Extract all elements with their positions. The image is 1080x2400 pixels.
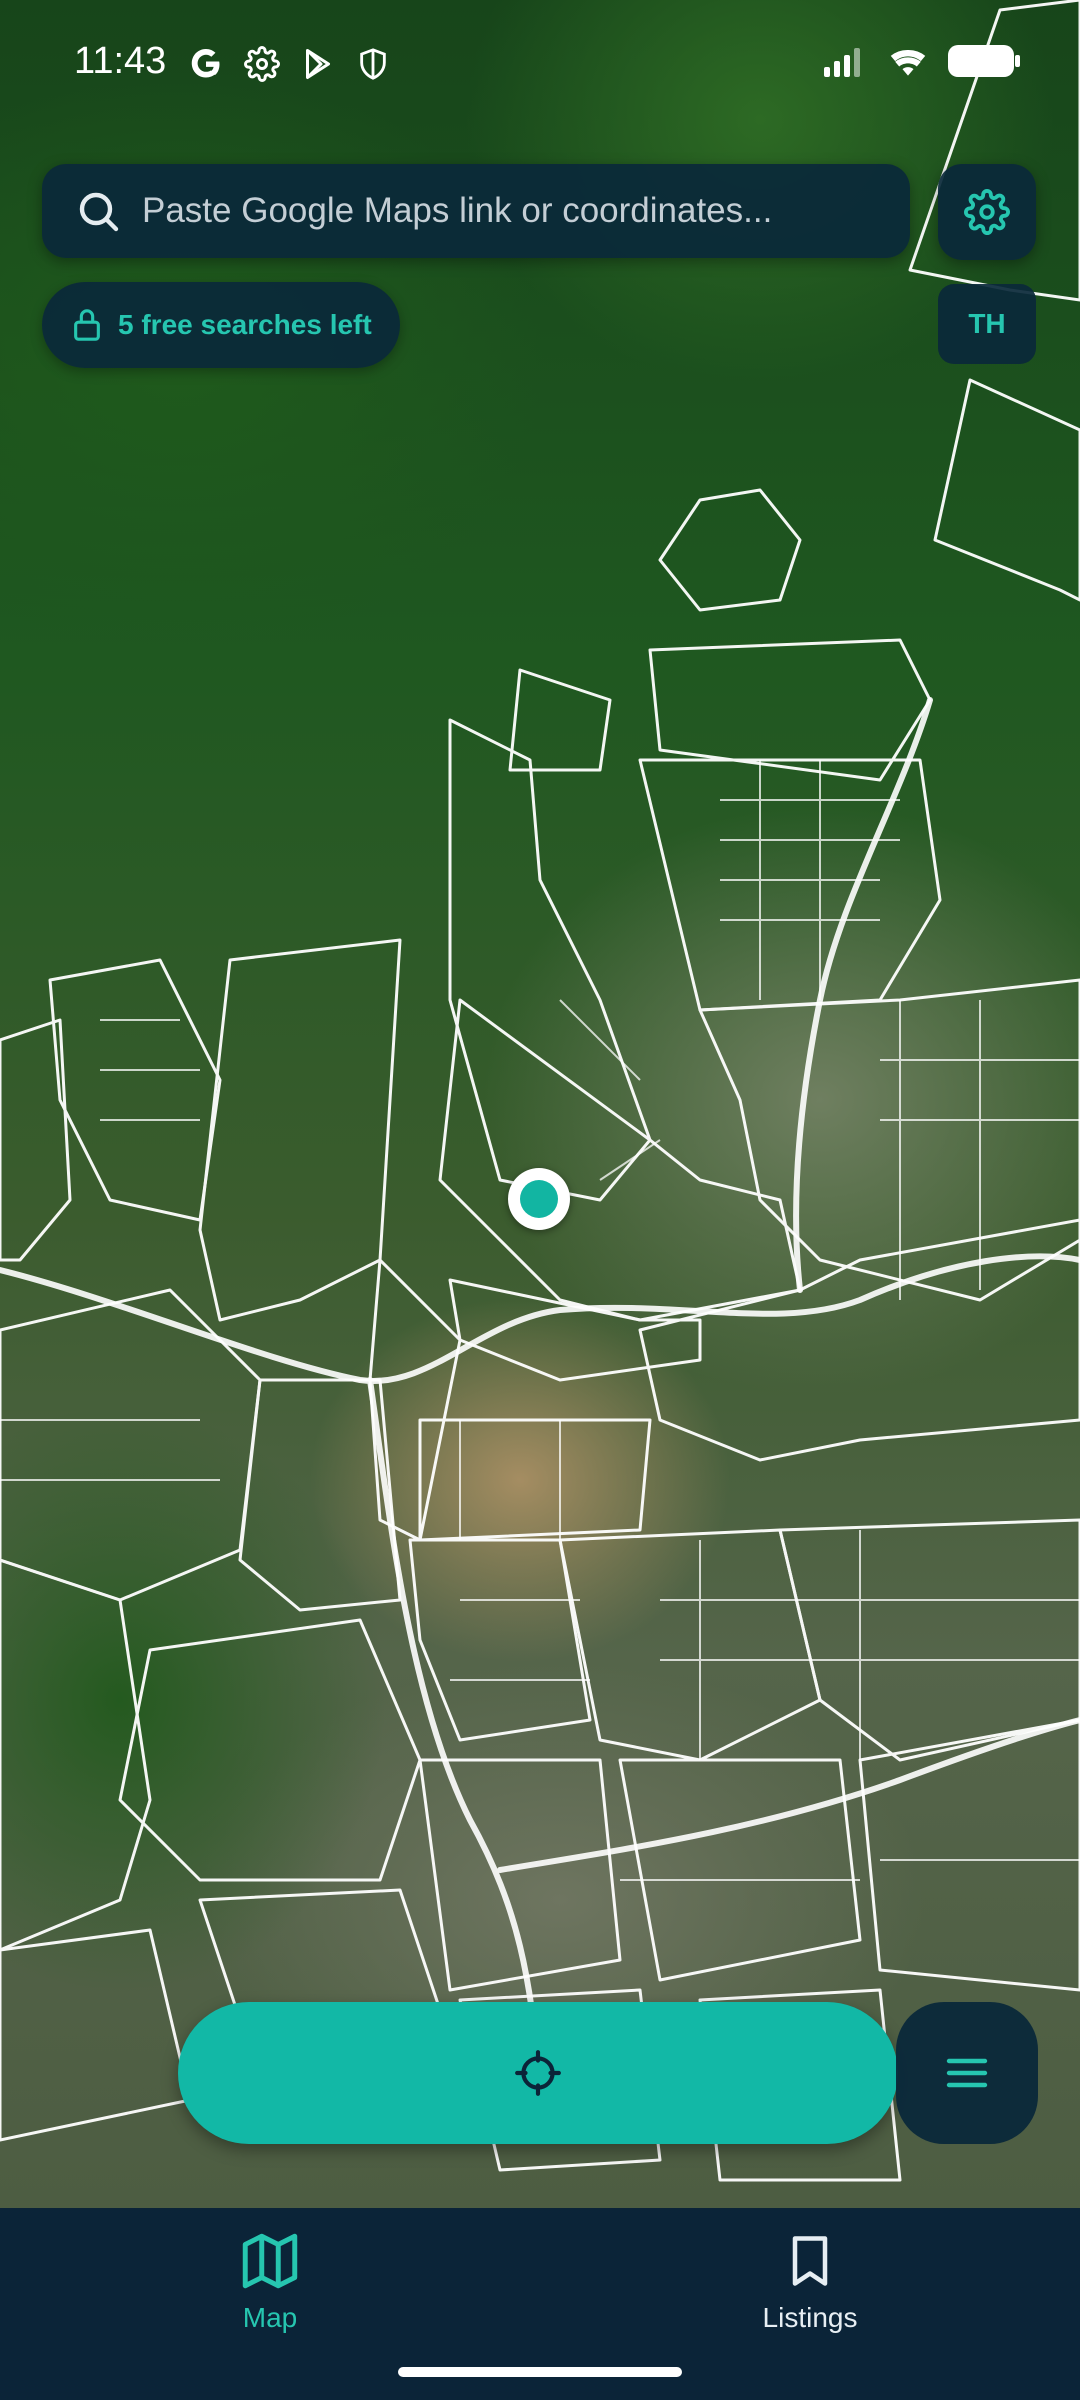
nav-map[interactable]: Map [170, 2228, 370, 2334]
battery-icon [948, 45, 1020, 77]
bottom-navigation: Map Listings [0, 2208, 1080, 2400]
google-icon [191, 49, 220, 78]
current-location-marker[interactable] [508, 1168, 570, 1230]
bookmark-icon [792, 2236, 828, 2286]
settings-button[interactable] [938, 164, 1036, 260]
menu-button[interactable] [896, 2002, 1038, 2144]
nav-map-label: Map [242, 2302, 298, 2333]
nav-listings-label: Listings [762, 2302, 858, 2333]
search-bar[interactable] [42, 164, 910, 258]
status-time: 11:43 [74, 40, 167, 82]
locate-me-button[interactable] [178, 2002, 898, 2144]
crosshair-icon [515, 2050, 561, 2096]
map-icon [242, 2233, 298, 2289]
home-indicator[interactable] [398, 2367, 682, 2377]
search-icon [79, 192, 119, 232]
language-button[interactable]: TH [938, 284, 1036, 364]
lock-icon [74, 309, 100, 341]
play-store-icon [306, 49, 330, 79]
nav-listings[interactable]: Listings [710, 2228, 910, 2334]
free-searches-label: 5 free searches left [118, 309, 372, 340]
shield-icon [360, 48, 386, 80]
wifi-icon [890, 49, 926, 76]
settings-icon [244, 46, 280, 82]
status-bar: 11:43 [0, 0, 1080, 130]
search-input[interactable] [140, 190, 904, 232]
signal-icon [824, 48, 860, 77]
menu-icon [946, 2058, 988, 2088]
free-searches-badge[interactable]: 5 free searches left [42, 282, 400, 368]
gear-icon [964, 189, 1010, 235]
marker-dot [520, 1180, 558, 1218]
